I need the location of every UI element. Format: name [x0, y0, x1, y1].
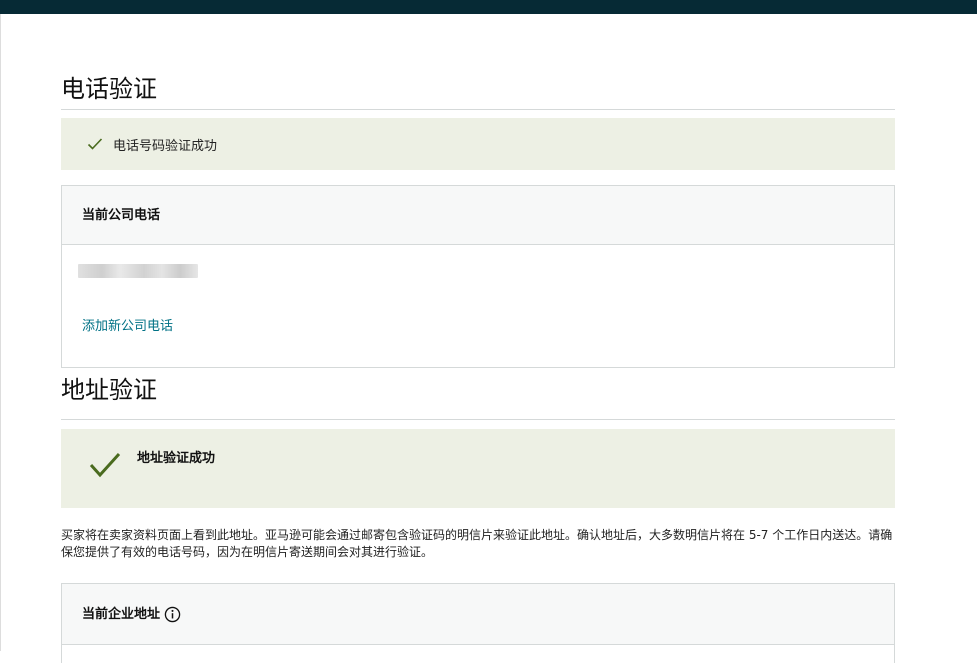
left-border	[0, 14, 1, 651]
current-address-card-title: 当前企业地址	[82, 606, 161, 622]
address-success-message: 地址验证成功	[137, 451, 216, 466]
address-description: 买家将在卖家资料页面上看到此地址。亚马逊可能会通过邮寄包含验证码的明信片来验证此…	[61, 528, 893, 559]
main-content: 电话验证 电话号码验证成功 当前公司电话 添加新公司电话 地址验证 地址验证成功…	[61, 14, 895, 663]
current-address-card: 当前企业地址	[61, 583, 895, 663]
top-nav-bar	[0, 0, 977, 14]
add-new-phone-link[interactable]: 添加新公司电话	[82, 315, 173, 334]
address-success-alert: 地址验证成功	[61, 429, 895, 508]
check-icon	[87, 138, 103, 150]
redacted-phone-number	[78, 264, 198, 278]
current-phone-card: 当前公司电话 添加新公司电话	[61, 185, 895, 368]
current-phone-card-title: 当前公司电话	[62, 186, 894, 245]
address-verification-title: 地址验证	[61, 368, 895, 420]
info-icon[interactable]	[164, 606, 181, 623]
check-icon	[89, 452, 121, 478]
phone-success-message: 电话号码验证成功	[113, 138, 218, 154]
phone-verification-title: 电话验证	[61, 68, 895, 110]
phone-success-alert: 电话号码验证成功	[61, 118, 895, 170]
current-address-card-header: 当前企业地址	[62, 584, 894, 645]
